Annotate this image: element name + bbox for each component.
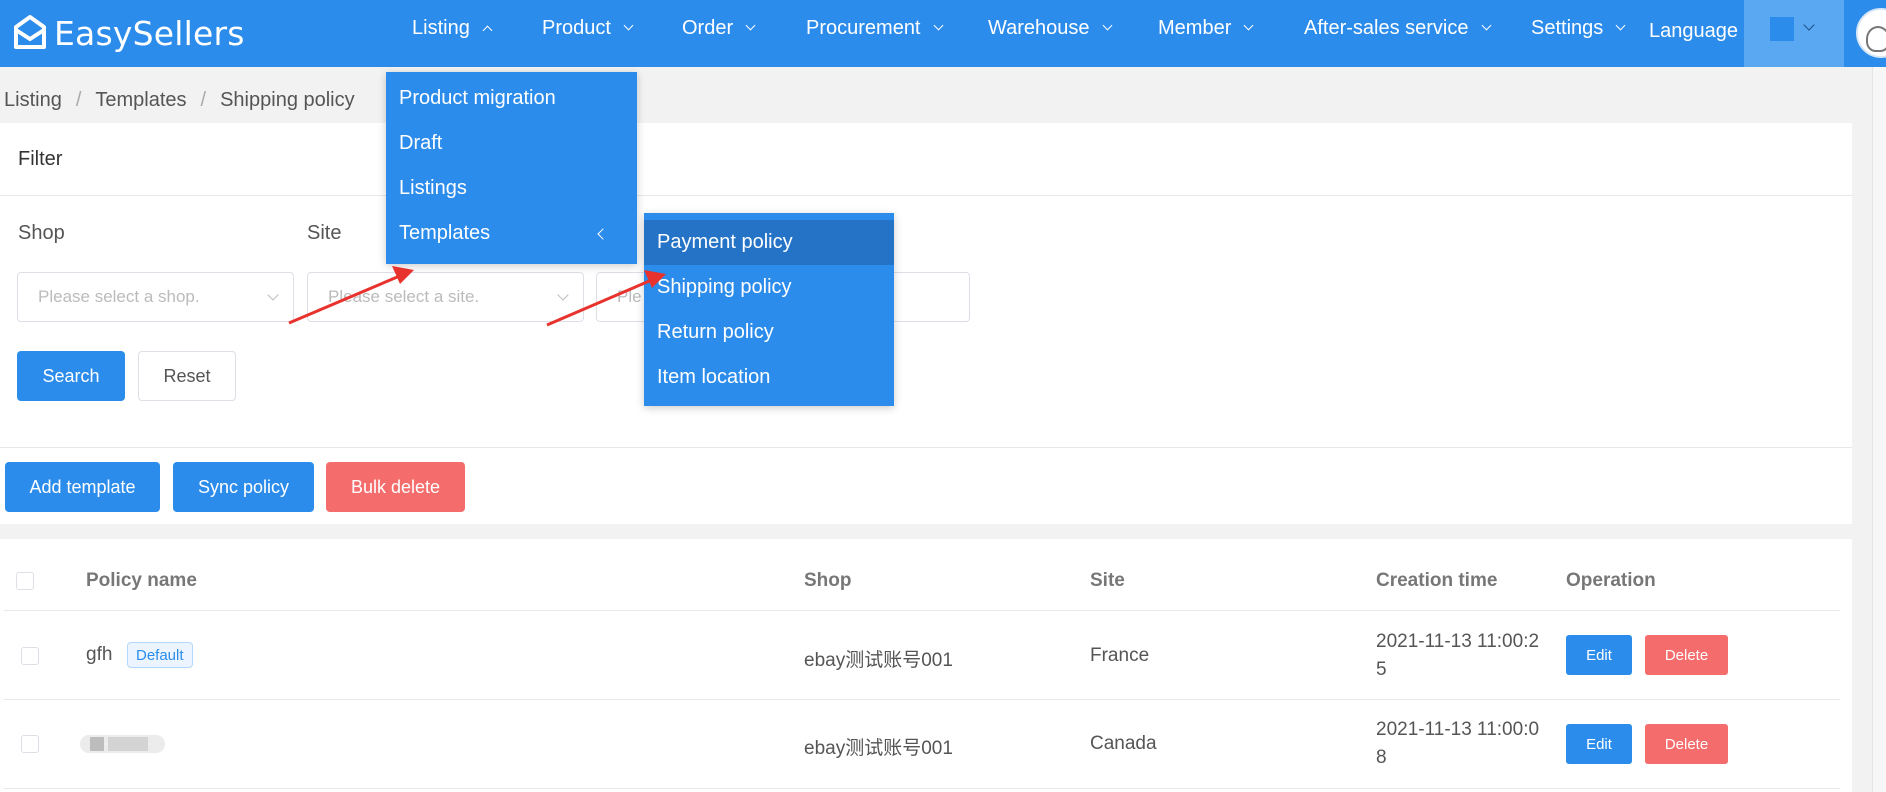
chevron-down-icon bbox=[1615, 20, 1626, 30]
nav-order[interactable]: Order bbox=[682, 0, 756, 56]
add-template-button[interactable]: Add template bbox=[5, 462, 160, 512]
menu-item-shipping-policy[interactable]: Shipping policy bbox=[644, 265, 894, 310]
menu-item-product-migration[interactable]: Product migration bbox=[386, 76, 637, 121]
envelope-logo-icon bbox=[14, 15, 46, 49]
search-button[interactable]: Search bbox=[17, 351, 125, 401]
nav-listing[interactable]: Listing bbox=[412, 0, 493, 56]
creation-time: 2021-11-13 11:00:0 bbox=[1376, 719, 1540, 740]
row-divider bbox=[4, 788, 1840, 789]
col-creation-time: Creation time bbox=[1376, 570, 1498, 591]
chevron-down-icon bbox=[1102, 20, 1112, 30]
select-all-checkbox[interactable] bbox=[16, 572, 34, 590]
nav-label: Warehouse bbox=[988, 16, 1090, 39]
chevron-down-icon bbox=[267, 289, 279, 301]
site-name: Canada bbox=[1090, 733, 1157, 754]
chevron-down-icon bbox=[1803, 19, 1815, 31]
site-name: France bbox=[1090, 645, 1150, 666]
col-operation: Operation bbox=[1566, 570, 1656, 591]
shop-select[interactable]: Please select a shop. bbox=[17, 272, 294, 322]
listing-dropdown-menu: Product migration Draft Listings Templat… bbox=[386, 72, 637, 264]
nav-procurement[interactable]: Procurement bbox=[806, 0, 943, 56]
breadcrumb: Listing / Templates / Shipping policy bbox=[4, 89, 355, 112]
redacted-policy-name bbox=[80, 735, 165, 753]
chevron-down-icon bbox=[745, 20, 756, 30]
menu-item-return-policy[interactable]: Return policy bbox=[644, 310, 894, 355]
app-logo[interactable]: EasySellers bbox=[10, 9, 245, 57]
breadcrumb-separator: / bbox=[200, 89, 207, 111]
chevron-down-icon bbox=[933, 20, 943, 30]
user-icon bbox=[1770, 17, 1794, 41]
site-label: Site bbox=[307, 222, 342, 244]
chevron-left-icon bbox=[597, 228, 609, 240]
third-filter-placeholder: Ple bbox=[617, 287, 642, 306]
filter-divider bbox=[0, 195, 1852, 196]
menu-item-draft[interactable]: Draft bbox=[386, 121, 637, 166]
user-menu[interactable] bbox=[1744, 0, 1844, 67]
nav-label: Order bbox=[682, 16, 734, 39]
row-checkbox[interactable] bbox=[21, 647, 39, 665]
templates-submenu: Payment policy Shipping policy Return po… bbox=[644, 213, 894, 406]
breadcrumb-listing[interactable]: Listing bbox=[4, 89, 62, 112]
nav-language[interactable]: Language bbox=[1649, 3, 1738, 59]
nav-label: Member bbox=[1158, 16, 1232, 39]
reset-button[interactable]: Reset bbox=[138, 351, 236, 401]
shop-label: Shop bbox=[18, 222, 65, 244]
nav-after-sales[interactable]: After-sales service bbox=[1304, 0, 1491, 56]
chevron-up-icon bbox=[482, 25, 493, 35]
nav-member[interactable]: Member bbox=[1158, 0, 1254, 56]
nav-warehouse[interactable]: Warehouse bbox=[988, 0, 1112, 56]
default-badge: Default bbox=[127, 642, 193, 668]
nav-label: Settings bbox=[1531, 16, 1604, 39]
nav-settings[interactable]: Settings bbox=[1531, 0, 1626, 56]
breadcrumb-separator: / bbox=[75, 89, 82, 111]
nav-product[interactable]: Product bbox=[542, 0, 634, 56]
nav-label: Language bbox=[1649, 19, 1738, 42]
policy-name: gfh bbox=[86, 644, 113, 665]
shop-name: ebay测试账号001 bbox=[804, 738, 953, 759]
app-name: EasySellers bbox=[54, 13, 245, 53]
nav-label: Product bbox=[542, 16, 611, 39]
nav-label: Procurement bbox=[806, 16, 921, 39]
site-select-placeholder: Please select a site. bbox=[328, 287, 480, 306]
menu-item-listings[interactable]: Listings bbox=[386, 166, 637, 211]
edit-button[interactable]: Edit bbox=[1566, 635, 1632, 675]
col-shop: Shop bbox=[804, 570, 852, 591]
breadcrumb-shipping-policy: Shipping policy bbox=[220, 89, 355, 111]
filter-title: Filter bbox=[18, 148, 63, 170]
menu-item-templates-label: Templates bbox=[399, 222, 491, 244]
menu-item-payment-policy[interactable]: Payment policy bbox=[644, 220, 894, 265]
row-divider bbox=[4, 699, 1840, 700]
nav-label: Listing bbox=[412, 16, 470, 39]
chevron-down-icon bbox=[1243, 20, 1254, 30]
creation-time: 2021-11-13 11:00:2 bbox=[1376, 631, 1540, 652]
site-select[interactable]: Please select a site. bbox=[307, 272, 584, 322]
avatar[interactable] bbox=[1856, 8, 1886, 58]
sync-policy-button[interactable]: Sync policy bbox=[173, 462, 314, 512]
chevron-down-icon bbox=[623, 20, 634, 30]
chevron-down-icon bbox=[1481, 20, 1491, 30]
creation-time-wrap: 5 bbox=[1376, 659, 1387, 680]
delete-button[interactable]: Delete bbox=[1645, 635, 1728, 675]
table-header-divider bbox=[4, 610, 1840, 611]
bulk-delete-button[interactable]: Bulk delete bbox=[326, 462, 465, 512]
row-checkbox[interactable] bbox=[21, 735, 39, 753]
edit-button[interactable]: Edit bbox=[1566, 724, 1632, 764]
page-scrollbar[interactable] bbox=[1872, 67, 1886, 792]
menu-item-templates[interactable]: Templates bbox=[386, 211, 637, 256]
col-site: Site bbox=[1090, 570, 1125, 591]
chevron-down-icon bbox=[557, 289, 569, 301]
delete-button[interactable]: Delete bbox=[1645, 724, 1728, 764]
nav-label: After-sales service bbox=[1304, 16, 1469, 39]
breadcrumb-templates[interactable]: Templates bbox=[95, 89, 186, 112]
col-policy-name: Policy name bbox=[86, 570, 197, 591]
shop-name: ebay测试账号001 bbox=[804, 650, 953, 671]
shop-select-placeholder: Please select a shop. bbox=[38, 287, 200, 306]
creation-time-wrap: 8 bbox=[1376, 747, 1387, 768]
top-nav-bar: EasySellers Listing Product Order Procur… bbox=[0, 0, 1886, 67]
menu-item-item-location[interactable]: Item location bbox=[644, 355, 894, 400]
